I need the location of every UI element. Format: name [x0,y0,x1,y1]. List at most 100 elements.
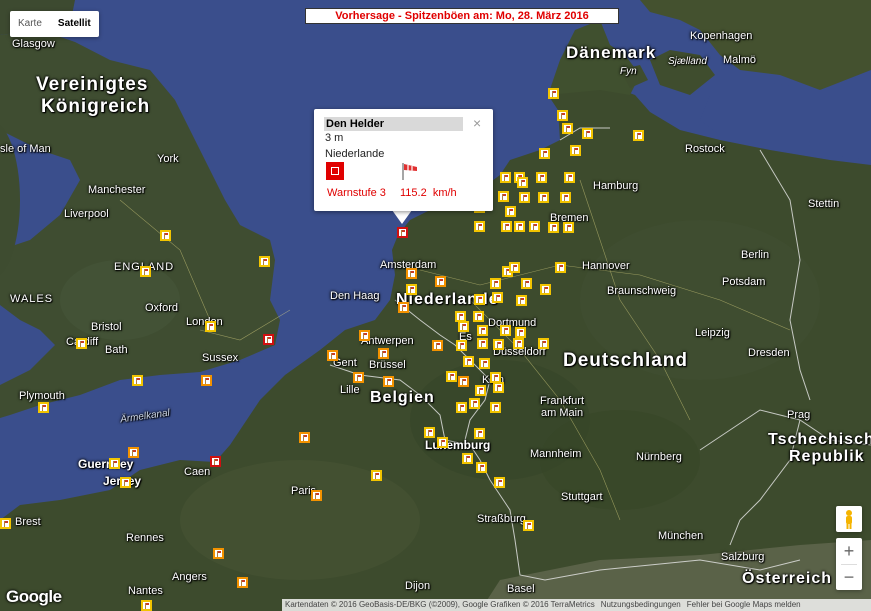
map-type-karte-button[interactable]: Karte [10,11,50,37]
weather-station-marker[interactable] [570,145,581,156]
weather-station-marker[interactable] [521,278,532,289]
weather-station-marker[interactable] [514,221,525,232]
weather-station-marker[interactable] [523,520,534,531]
weather-station-marker[interactable] [538,338,549,349]
weather-station-marker[interactable] [140,266,151,277]
label-manchester: Manchester [88,184,146,196]
weather-station-marker[interactable] [474,428,485,439]
weather-station-marker[interactable] [557,110,568,121]
weather-station-marker[interactable] [458,376,469,387]
weather-station-marker[interactable] [582,128,593,139]
weather-station-marker[interactable] [406,284,417,295]
weather-station-marker[interactable] [237,577,248,588]
weather-station-marker[interactable] [432,340,443,351]
weather-station-marker[interactable] [515,327,526,338]
weather-station-marker[interactable] [383,376,394,387]
weather-station-marker[interactable] [76,338,87,349]
weather-station-marker[interactable] [473,311,484,322]
weather-station-marker[interactable] [548,222,559,233]
weather-station-marker[interactable] [519,192,530,203]
weather-station-marker[interactable] [548,88,559,99]
weather-station-marker[interactable] [538,192,549,203]
weather-station-marker[interactable] [132,375,143,386]
street-view-pegman-icon[interactable] [836,506,862,532]
weather-station-marker[interactable] [435,276,446,287]
weather-station-marker[interactable] [299,432,310,443]
weather-station-marker[interactable] [120,477,131,488]
weather-station-marker[interactable] [38,402,49,413]
weather-station-marker[interactable] [371,470,382,481]
weather-station-marker[interactable] [462,453,473,464]
weather-station-marker[interactable] [141,600,152,611]
weather-station-marker[interactable] [479,358,490,369]
weather-station-marker[interactable] [458,321,469,332]
weather-station-marker[interactable] [500,172,511,183]
weather-station-marker[interactable] [493,339,504,350]
weather-station-marker[interactable] [210,456,221,467]
weather-station-marker[interactable] [469,398,480,409]
weather-station-marker[interactable] [560,192,571,203]
weather-station-marker[interactable] [494,477,505,488]
map-type-satellit-button[interactable]: Satellit [50,11,99,37]
weather-station-marker[interactable] [477,325,488,336]
weather-station-marker[interactable] [517,177,528,188]
weather-station-marker[interactable] [474,294,485,305]
weather-station-marker[interactable] [509,262,520,273]
weather-station-marker[interactable] [398,302,409,313]
weather-station-marker[interactable] [128,447,139,458]
weather-station-marker[interactable] [476,462,487,473]
weather-station-marker[interactable] [477,338,488,349]
weather-station-marker[interactable] [263,334,274,345]
weather-station-marker[interactable] [513,338,524,349]
weather-station-marker[interactable] [205,321,216,332]
weather-station-marker[interactable] [397,227,408,238]
weather-station-marker[interactable] [563,222,574,233]
weather-station-marker[interactable] [536,172,547,183]
weather-station-marker[interactable] [424,427,435,438]
windsock-icon [467,359,471,365]
terms-link[interactable]: Nutzungsbedingungen [598,600,684,609]
weather-station-marker[interactable] [359,330,370,341]
weather-station-marker[interactable] [475,385,486,396]
weather-station-marker[interactable] [516,295,527,306]
weather-station-marker[interactable] [463,356,474,367]
weather-station-marker[interactable] [0,518,11,529]
weather-station-marker[interactable] [493,382,504,393]
close-icon[interactable]: × [473,115,481,131]
weather-station-marker[interactable] [109,458,120,469]
windsock-icon [540,175,544,181]
weather-station-marker[interactable] [633,130,644,141]
weather-station-marker[interactable] [259,256,270,267]
weather-station-marker[interactable] [500,325,511,336]
weather-station-marker[interactable] [160,230,171,241]
zoom-in-button[interactable]: + [836,538,862,564]
weather-station-marker[interactable] [201,375,212,386]
weather-station-marker[interactable] [456,340,467,351]
weather-station-marker[interactable] [446,371,457,382]
weather-station-marker[interactable] [562,123,573,134]
weather-station-marker[interactable] [555,262,566,273]
weather-station-marker[interactable] [353,372,364,383]
weather-station-marker[interactable] [505,206,516,217]
weather-station-marker[interactable] [539,148,550,159]
weather-station-marker[interactable] [213,548,224,559]
weather-station-marker[interactable] [456,402,467,413]
weather-station-marker[interactable] [406,268,417,279]
weather-station-marker[interactable] [564,172,575,183]
weather-station-marker[interactable] [490,278,501,289]
weather-station-marker[interactable] [474,221,485,232]
weather-station-marker[interactable] [501,221,512,232]
weather-station-marker[interactable] [498,191,509,202]
weather-station-marker[interactable] [492,292,503,303]
zoom-out-button[interactable]: − [836,564,862,590]
weather-station-marker[interactable] [327,350,338,361]
windsock-icon [478,224,482,230]
map-canvas[interactable]: Vereinigtes Königreich Dänemark Deutschl… [0,0,871,611]
report-error-link[interactable]: Fehler bei Google Maps melden [684,600,804,609]
weather-station-marker[interactable] [437,437,448,448]
weather-station-marker[interactable] [311,490,322,501]
weather-station-marker[interactable] [529,221,540,232]
weather-station-marker[interactable] [490,402,501,413]
weather-station-marker[interactable] [378,348,389,359]
weather-station-marker[interactable] [540,284,551,295]
